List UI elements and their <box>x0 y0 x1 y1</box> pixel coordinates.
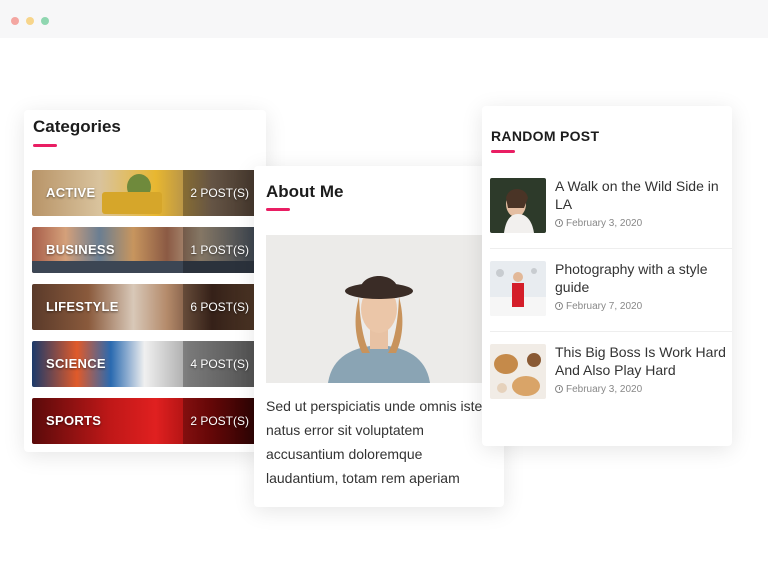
category-name: SCIENCE <box>46 356 106 371</box>
categories-title: Categories <box>33 117 121 136</box>
category-item-lifestyle[interactable]: LIFESTYLE 6 POST(S) <box>32 284 257 330</box>
about-title-underline <box>266 208 290 211</box>
categories-widget: Categories ACTIVE 2 POST(S) BUSINESS 1 P… <box>24 110 266 452</box>
post-date: February 7, 2020 <box>555 301 642 312</box>
about-me-widget: About Me Sed ut perspiciatis unde omnis … <box>254 166 504 507</box>
category-name: ACTIVE <box>46 185 96 200</box>
category-item-science[interactable]: SCIENCE 4 POST(S) <box>32 341 257 387</box>
category-name: LIFESTYLE <box>46 299 119 314</box>
post-title[interactable]: This Big Boss Is Work Hard And Also Play… <box>555 343 735 379</box>
category-count: 2 POST(S) <box>190 186 249 200</box>
clock-icon <box>555 302 563 310</box>
post-thumbnail[interactable] <box>490 261 546 316</box>
post-thumbnail[interactable] <box>490 344 546 399</box>
post-divider <box>490 331 732 332</box>
category-name: SPORTS <box>46 413 102 428</box>
window-close-dot[interactable] <box>11 17 19 25</box>
about-description: Sed ut perspiciatis unde omnis iste natu… <box>266 398 483 486</box>
category-count: 4 POST(S) <box>190 357 249 371</box>
woman-with-hat-illustration <box>266 235 492 383</box>
post-thumbnail[interactable] <box>490 178 546 233</box>
post-item[interactable]: Photography with a style guide February … <box>490 261 732 331</box>
category-count: 2 POST(S) <box>190 414 249 428</box>
window-titlebar <box>0 0 768 38</box>
category-count: 6 POST(S) <box>190 300 249 314</box>
category-name: BUSINESS <box>46 242 115 257</box>
random-post-title: RANDOM POST <box>491 128 600 144</box>
category-item-business[interactable]: BUSINESS 1 POST(S) <box>32 227 257 273</box>
random-post-title-underline <box>491 150 515 153</box>
category-list: ACTIVE 2 POST(S) BUSINESS 1 POST(S) LIFE… <box>32 170 257 455</box>
window-maximize-dot[interactable] <box>41 17 49 25</box>
random-post-widget: RANDOM POST A Walk on the Wild Side in L… <box>482 106 732 446</box>
post-item[interactable]: This Big Boss Is Work Hard And Also Play… <box>490 344 732 414</box>
category-count: 1 POST(S) <box>190 243 249 257</box>
clock-icon <box>555 219 563 227</box>
post-divider <box>490 248 732 249</box>
window-minimize-dot[interactable] <box>26 17 34 25</box>
post-date: February 3, 2020 <box>555 218 642 229</box>
post-date: February 3, 2020 <box>555 384 642 395</box>
post-title[interactable]: A Walk on the Wild Side in LA <box>555 177 735 213</box>
post-title[interactable]: Photography with a style guide <box>555 260 735 296</box>
post-item[interactable]: A Walk on the Wild Side in LA February 3… <box>490 178 732 248</box>
categories-title-underline <box>33 144 57 147</box>
category-item-active[interactable]: ACTIVE 2 POST(S) <box>32 170 257 216</box>
about-title: About Me <box>266 182 344 201</box>
category-item-sports[interactable]: SPORTS 2 POST(S) <box>32 398 257 444</box>
clock-icon <box>555 385 563 393</box>
about-photo <box>266 235 492 383</box>
